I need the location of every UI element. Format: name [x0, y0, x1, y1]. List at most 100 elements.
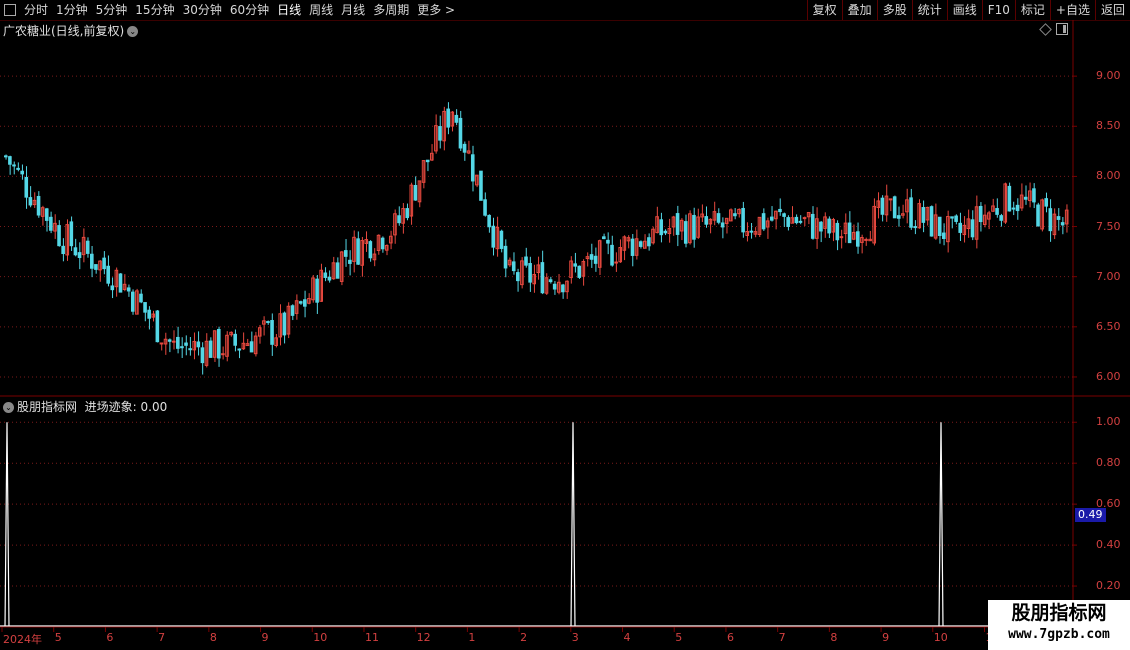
- candle-body: [683, 221, 688, 244]
- candle-body: [847, 222, 852, 244]
- candle-body: [159, 342, 164, 345]
- date-label: 8: [830, 631, 838, 644]
- candle-body: [659, 219, 663, 236]
- candle-body: [438, 126, 442, 141]
- candle-body: [1015, 204, 1020, 212]
- candle-body: [380, 237, 385, 250]
- candle-body: [769, 216, 774, 221]
- candle-body: [749, 230, 754, 233]
- candle-body: [577, 265, 582, 278]
- candle-body: [208, 340, 213, 358]
- candle-body: [880, 197, 885, 215]
- candle-body: [1048, 208, 1053, 232]
- candle-body: [1032, 188, 1036, 203]
- candle-body: [270, 320, 274, 345]
- candle-body: [44, 208, 49, 221]
- candle-body: [524, 256, 528, 266]
- candle-body: [610, 244, 614, 266]
- candle-body: [233, 333, 237, 346]
- date-label: 1: [468, 631, 476, 644]
- candle-body: [90, 253, 94, 269]
- candle-body: [118, 273, 123, 293]
- candle-body: [602, 236, 606, 240]
- candle-body: [139, 293, 143, 303]
- candle-body: [462, 143, 467, 153]
- candle-body: [36, 195, 41, 216]
- indicator-tick-label: 0.80: [1096, 456, 1121, 470]
- date-label: 8: [209, 631, 217, 644]
- candle-body: [102, 257, 106, 270]
- date-label: 5: [54, 631, 62, 644]
- candle-body: [978, 205, 983, 223]
- candle-body: [630, 238, 635, 256]
- candle-body: [479, 170, 483, 201]
- candle-body: [167, 339, 172, 342]
- candle-body: [856, 231, 860, 247]
- date-label: 3: [571, 631, 579, 644]
- candle-body: [921, 207, 926, 223]
- candle-body: [1044, 198, 1049, 207]
- candle-body: [778, 208, 782, 213]
- candle-body: [343, 250, 348, 257]
- candle-body: [720, 222, 725, 228]
- chevron-down-icon[interactable]: ⌄: [3, 402, 14, 413]
- candle-body: [28, 197, 33, 206]
- candle-body: [995, 208, 999, 215]
- candle-body: [147, 309, 151, 319]
- candle-body: [282, 312, 287, 336]
- indicator-tick-label: 1.00: [1096, 415, 1121, 429]
- watermark-title: 股朋指标网: [1011, 602, 1107, 624]
- candle-body: [454, 114, 459, 123]
- candle-body: [425, 159, 430, 163]
- candle-body: [487, 214, 491, 228]
- candle-body: [184, 342, 188, 346]
- candle-body: [716, 213, 721, 223]
- candle-body: [49, 216, 53, 231]
- candle-body: [999, 215, 1003, 221]
- candle-body: [970, 219, 975, 238]
- candle-body: [180, 346, 184, 349]
- date-label: 9: [882, 631, 890, 644]
- signal-spike: [570, 422, 576, 628]
- candle-body: [950, 216, 954, 219]
- candle-body: [1007, 185, 1012, 212]
- candle-body: [94, 264, 98, 270]
- date-label: 2: [520, 631, 528, 644]
- price-tick-label: 9.00: [1096, 69, 1121, 83]
- candle-body: [675, 213, 680, 235]
- price-tick-label: 6.00: [1096, 369, 1121, 383]
- candle-body: [593, 255, 598, 264]
- indicator-series-name: 进场迹象: [84, 400, 133, 414]
- indicator-title[interactable]: ⌄ 股朋指标网 进场迹象: 0.00: [3, 398, 167, 415]
- candle-body: [397, 215, 401, 224]
- candle-body: [61, 245, 65, 255]
- candle-body: [4, 155, 8, 158]
- price-tick-label: 6.50: [1096, 319, 1121, 333]
- candle-body: [810, 213, 815, 239]
- candle-body: [126, 287, 131, 292]
- candle-body: [819, 221, 823, 232]
- candle-body: [835, 222, 840, 241]
- candle-body: [491, 225, 496, 248]
- candle-body: [929, 206, 934, 237]
- current-value-tag: 0.49: [1075, 508, 1106, 522]
- date-label: 9: [261, 631, 269, 644]
- candle-body: [143, 302, 147, 313]
- candle-body: [827, 218, 831, 234]
- candle-body: [266, 321, 270, 324]
- price-tick-label: 8.50: [1096, 119, 1121, 133]
- candle-body: [647, 237, 651, 247]
- candle-body: [323, 272, 328, 278]
- candle-body: [446, 108, 450, 128]
- candle-body: [249, 341, 254, 353]
- candle-body: [85, 240, 90, 254]
- candle-body: [761, 213, 766, 230]
- candle-body: [176, 336, 180, 349]
- candle-body: [57, 225, 61, 247]
- candle-body: [638, 241, 643, 247]
- candle-body: [528, 263, 532, 283]
- chart-canvas[interactable]: [0, 0, 1130, 650]
- candle-body: [348, 259, 352, 264]
- indicator-tick-label: 0.20: [1096, 579, 1121, 593]
- indicator-tick-label: 0.40: [1096, 538, 1121, 552]
